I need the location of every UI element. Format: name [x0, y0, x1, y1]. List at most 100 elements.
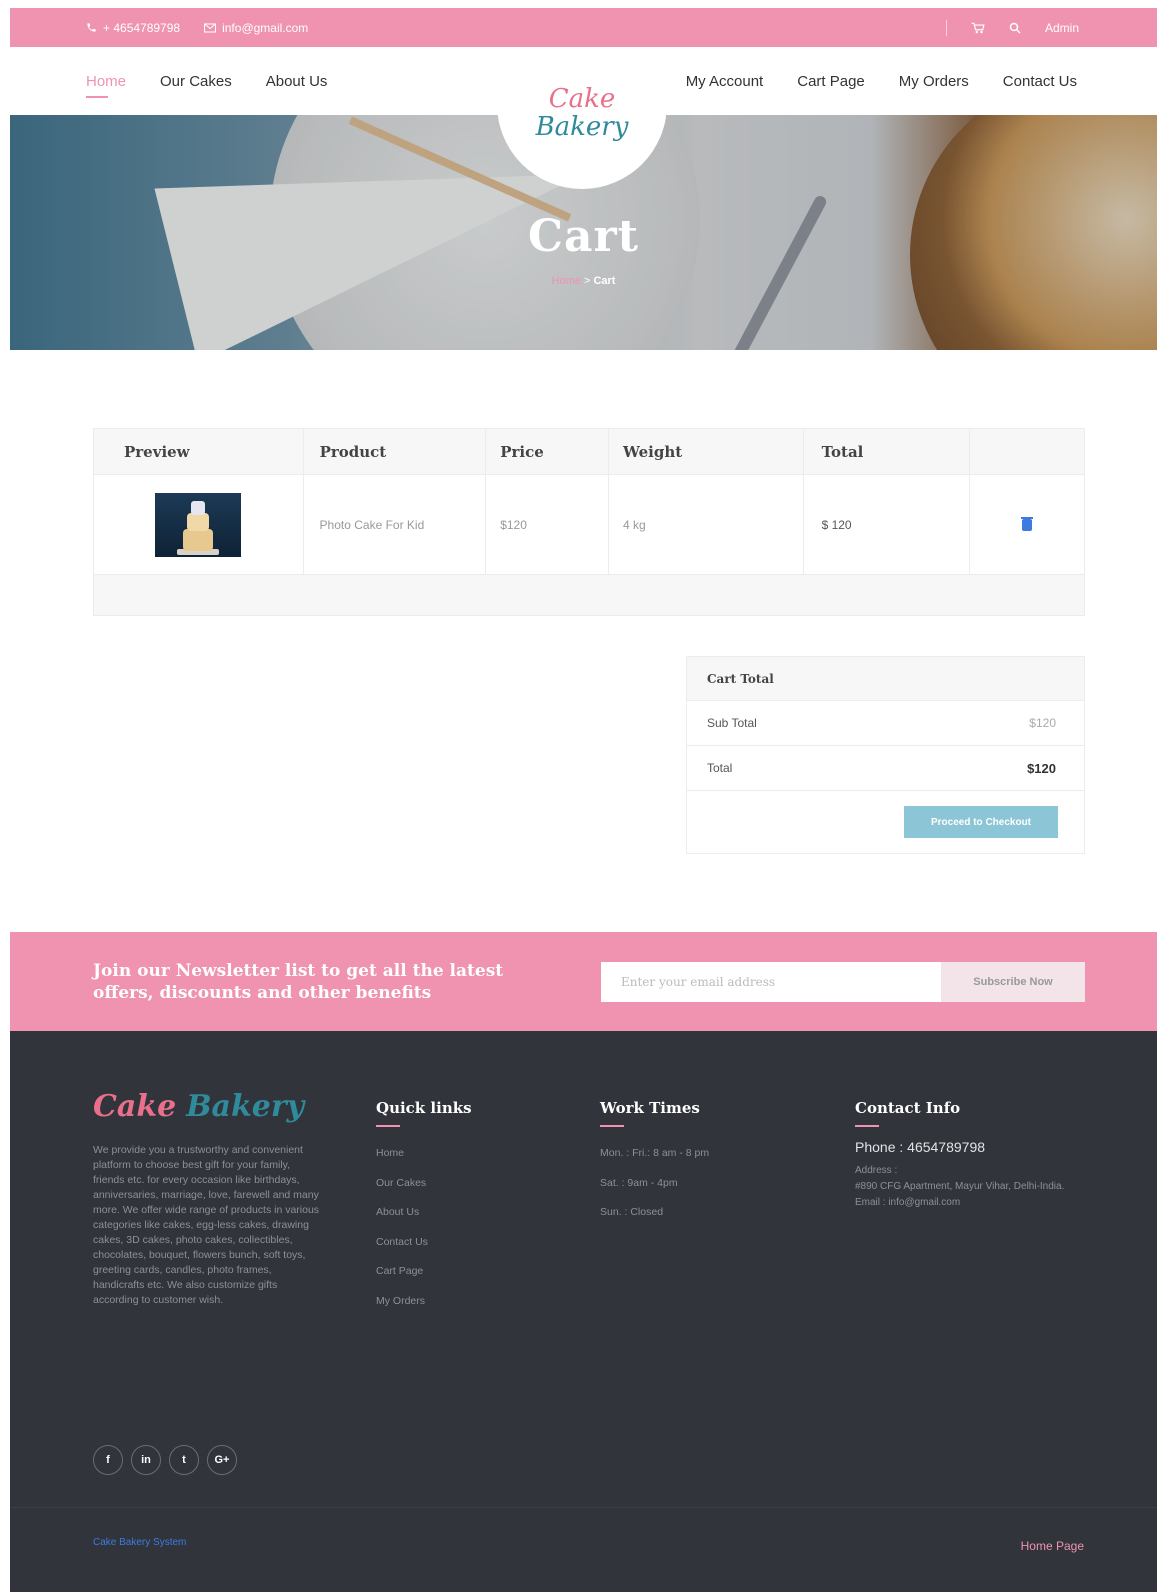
- total-label: Total: [707, 761, 733, 775]
- footer-link-contact-us[interactable]: Contact Us: [376, 1228, 472, 1258]
- nav-our-cakes[interactable]: Our Cakes: [160, 73, 232, 90]
- title-underline: [855, 1125, 879, 1127]
- thumb-tier: [183, 528, 214, 551]
- header-price: Price: [486, 429, 609, 474]
- cart-total-title: Cart Total: [687, 657, 1084, 701]
- newsletter-section: Join our Newsletter list to get all the …: [10, 932, 1157, 1031]
- page-title: Cart: [527, 211, 640, 262]
- top-bar-contacts: + 4654789798 info@gmail.com: [86, 21, 308, 35]
- cart-total-box: Cart Total Sub Total $120 Total $120 Pro…: [686, 656, 1085, 854]
- nav-contact-us[interactable]: Contact Us: [1003, 73, 1077, 90]
- header-actions: [970, 429, 1084, 474]
- footer-work-times: Work Times Mon. : Fri.: 8 am - 8 pm Sat.…: [600, 1099, 709, 1228]
- contact-email[interactable]: Email : info@gmail.com: [855, 1195, 1087, 1211]
- contact-address-label: Address :: [855, 1165, 898, 1176]
- cell-remove: [970, 475, 1084, 574]
- thumb-topper: [191, 500, 206, 515]
- user-link[interactable]: Admin: [1045, 21, 1079, 35]
- nav-home[interactable]: Home: [86, 73, 126, 98]
- footer-link-home[interactable]: Home: [376, 1139, 472, 1169]
- footer-link-cart-page[interactable]: Cart Page: [376, 1257, 472, 1287]
- subtotal-row: Sub Total $120: [687, 701, 1084, 746]
- title-underline: [600, 1125, 624, 1127]
- nav-about-us[interactable]: About Us: [266, 73, 328, 90]
- header-weight: Weight: [609, 429, 804, 474]
- subtotal-value: $120: [1029, 716, 1056, 730]
- work-time-saturday: Sat. : 9am - 4pm: [600, 1176, 678, 1189]
- work-time-weekday: Mon. : Fri.: 8 am - 8 pm: [600, 1147, 710, 1159]
- cart-icon[interactable]: [971, 22, 985, 34]
- breadcrumb-separator: >: [583, 275, 591, 287]
- footer-link-my-orders[interactable]: My Orders: [376, 1287, 472, 1317]
- home-page-link[interactable]: Home Page: [1021, 1539, 1084, 1553]
- breadcrumb: Home > Cart: [10, 275, 1157, 287]
- main-nav: Home Our Cakes About Us Cake Bakery My A…: [10, 47, 1157, 189]
- cart-table-footer: [94, 575, 1084, 615]
- footer-link-about-us[interactable]: About Us: [376, 1198, 472, 1228]
- total-row: Total $120: [687, 746, 1084, 791]
- footer-about-text: We provide you a trustworthy and conveni…: [93, 1144, 320, 1306]
- cart-total-actions: Proceed to Checkout: [687, 791, 1084, 853]
- subtotal-label: Sub Total: [707, 716, 757, 730]
- social-links: f in t G+: [93, 1445, 237, 1475]
- phone-text: + 4654789798: [103, 20, 181, 35]
- contact-address: #890 CFG Apartment, Mayur Vihar, Delhi-I…: [855, 1181, 1065, 1192]
- work-times-title: Work Times: [600, 1099, 700, 1117]
- nav-cart-page[interactable]: Cart Page: [797, 73, 865, 90]
- header-product: Product: [304, 429, 487, 474]
- nav-my-orders[interactable]: My Orders: [899, 73, 969, 90]
- phone-icon: [87, 23, 96, 32]
- breadcrumb-current: Cart: [593, 275, 616, 287]
- breadcrumb-home[interactable]: Home: [552, 275, 581, 287]
- cell-product: Photo Cake For Kid: [304, 475, 487, 574]
- contact-info-title: Contact Info: [855, 1099, 961, 1117]
- work-time-sunday: Sun. : Closed: [600, 1206, 664, 1218]
- header-total: Total: [804, 429, 971, 474]
- total-value: $120: [1027, 760, 1056, 776]
- cell-preview: [94, 475, 304, 574]
- logo-cake-text: Cake: [548, 84, 616, 114]
- product-thumbnail[interactable]: [155, 492, 242, 557]
- nav-right: My Account Cart Page My Orders Contact U…: [686, 47, 1077, 115]
- title-underline: [376, 1125, 400, 1127]
- top-bar: + 4654789798 info@gmail.com Admin: [10, 8, 1157, 47]
- footer: Cake Bakery We provide you a trustworthy …: [10, 1031, 1157, 1592]
- footer-logo[interactable]: Cake Bakery: [93, 1089, 304, 1124]
- contact-phone: Phone : 4654789798: [855, 1139, 986, 1155]
- footer-logo-cake: Cake: [93, 1089, 177, 1124]
- google-plus-icon[interactable]: G+: [207, 1445, 237, 1475]
- cell-total: $ 120: [804, 475, 971, 574]
- cell-weight: 4 kg: [609, 475, 804, 574]
- mail-icon: [204, 23, 217, 32]
- table-row: Photo Cake For Kid $120 4 kg $ 120: [94, 475, 1084, 575]
- footer-quick-links: Quick links Home Our Cakes About Us Cont…: [376, 1099, 472, 1316]
- trash-icon[interactable]: [1021, 516, 1034, 531]
- twitter-icon[interactable]: t: [169, 1445, 199, 1475]
- cart-table-header: Preview Product Price Weight Total: [94, 429, 1084, 475]
- email-text: info@gmail.com: [222, 20, 309, 35]
- top-bar-actions: Admin: [945, 19, 1079, 36]
- footer-logo-bakery: Bakery: [186, 1089, 305, 1124]
- footer-divider: [10, 1507, 1157, 1508]
- footer-contact-info: Contact Info Phone : 4654789798 Address …: [855, 1099, 1087, 1211]
- footer-link-our-cakes[interactable]: Our Cakes: [376, 1169, 472, 1199]
- linkedin-icon[interactable]: in: [131, 1445, 161, 1475]
- thumb-tier: [187, 512, 210, 531]
- copyright-link[interactable]: Cake Bakery System: [93, 1537, 186, 1548]
- newsletter-text: Join our Newsletter list to get all the …: [93, 961, 504, 1003]
- quick-links-title: Quick links: [376, 1099, 472, 1117]
- page-frame: + 4654789798 info@gmail.com Admin Home O…: [10, 8, 1157, 1592]
- top-bar-phone[interactable]: + 4654789798: [86, 21, 180, 35]
- cart-table: Preview Product Price Weight Total Photo…: [93, 428, 1085, 616]
- logo-bakery-text: Bakery: [535, 112, 629, 142]
- nav-left: Home Our Cakes About Us: [86, 47, 327, 115]
- search-icon[interactable]: [1009, 22, 1021, 34]
- cell-price: $120: [486, 475, 609, 574]
- header-preview: Preview: [94, 429, 304, 474]
- subscribe-button[interactable]: Subscribe Now: [941, 962, 1085, 1002]
- newsletter-email-input[interactable]: [601, 962, 941, 1002]
- proceed-to-checkout-button[interactable]: Proceed to Checkout: [904, 806, 1058, 838]
- nav-my-account[interactable]: My Account: [686, 73, 764, 90]
- top-bar-email[interactable]: info@gmail.com: [204, 21, 308, 35]
- facebook-icon[interactable]: f: [93, 1445, 123, 1475]
